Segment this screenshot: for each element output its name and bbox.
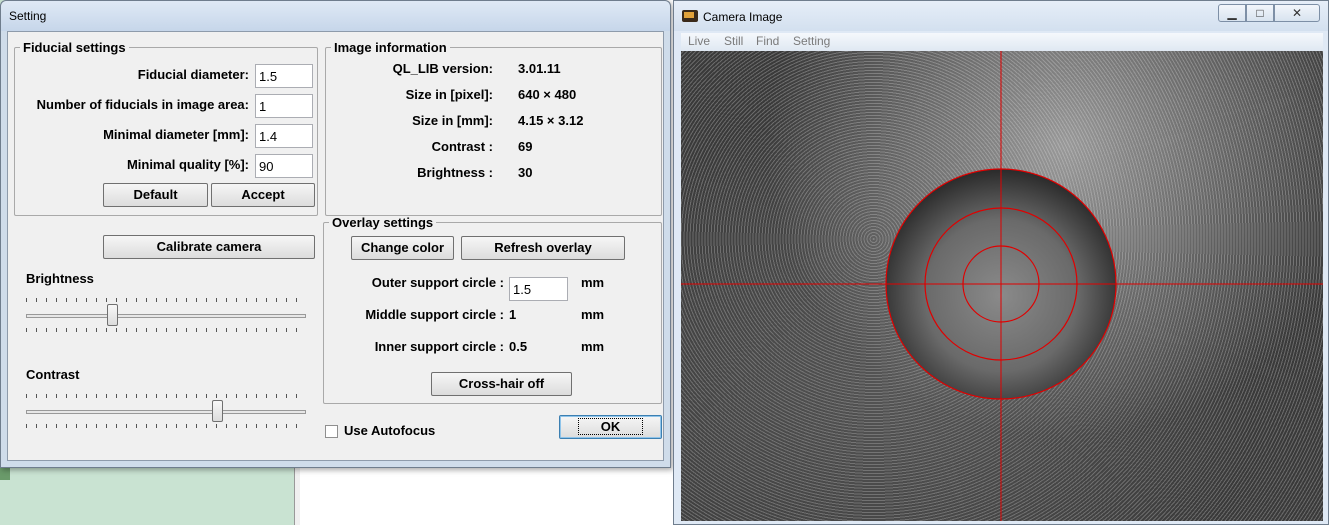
menu-item-find[interactable]: Find <box>756 34 779 48</box>
accept-button[interactable]: Accept <box>211 183 315 207</box>
middle-circle-value: 1 <box>509 307 517 322</box>
info-value-version: 3.01.11 <box>518 61 561 76</box>
brightness-label: Brightness <box>26 271 94 286</box>
camera-window: Camera Image ▁ □ ✕ Live Still Find Setti… <box>673 0 1329 525</box>
brightness-slider[interactable] <box>26 298 306 338</box>
brightness-slider-ticks-bottom <box>26 328 306 332</box>
image-information-legend: Image information <box>334 40 447 55</box>
fiducial-count-label: Number of fiducials in image area: <box>36 97 249 112</box>
outer-circle-label: Outer support circle : <box>371 275 504 290</box>
camera-window-title: Camera Image <box>703 10 783 24</box>
fiducial-diameter-input[interactable] <box>255 64 313 88</box>
maximize-icon[interactable]: □ <box>1246 4 1274 22</box>
camera-image[interactable] <box>681 51 1323 521</box>
brightness-slider-track <box>26 314 306 318</box>
crosshair-off-button[interactable]: Cross-hair off <box>431 372 572 396</box>
info-value-size-mm: 4.15 × 3.12 <box>518 113 584 128</box>
brightness-slider-ticks-top <box>26 298 306 302</box>
autofocus-checkbox[interactable] <box>325 425 338 438</box>
info-label-version: QL_LIB version: <box>392 61 493 76</box>
fiducial-diameter-label: Fiducial diameter: <box>137 67 249 82</box>
contrast-label: Contrast <box>26 367 80 382</box>
default-button[interactable]: Default <box>103 183 208 207</box>
minimal-quality-label: Minimal quality [%]: <box>126 157 249 172</box>
info-value-contrast: 69 <box>518 139 533 154</box>
info-label-size-pixel: Size in [pixel]: <box>405 87 493 102</box>
info-value-brightness: 30 <box>518 165 533 180</box>
calibrate-camera-button[interactable]: Calibrate camera <box>103 235 315 259</box>
info-label-size-mm: Size in [mm]: <box>412 113 493 128</box>
minimize-icon[interactable]: ▁ <box>1218 4 1246 22</box>
refresh-overlay-button[interactable]: Refresh overlay <box>461 236 625 260</box>
camera-app-icon <box>682 10 698 22</box>
info-label-contrast: Contrast : <box>431 139 493 154</box>
minimal-diameter-label: Minimal diameter [mm]: <box>103 127 249 142</box>
contrast-slider-ticks-bottom <box>26 424 306 428</box>
autofocus-label: Use Autofocus <box>344 423 436 438</box>
change-color-button[interactable]: Change color <box>351 236 454 260</box>
camera-overlay <box>681 51 1323 521</box>
menu-item-still[interactable]: Still <box>724 34 743 48</box>
minimal-diameter-input[interactable] <box>255 124 313 148</box>
inner-circle-unit: mm <box>581 339 605 354</box>
contrast-slider-track <box>26 410 306 414</box>
contrast-slider[interactable] <box>26 394 306 434</box>
setting-window: Setting Fiducial settings Fiducial diame… <box>0 0 671 468</box>
setting-client-area: Fiducial settings Fiducial diameter: Num… <box>7 31 664 461</box>
contrast-slider-ticks-top <box>26 394 306 398</box>
setting-window-title[interactable]: Setting <box>1 1 670 31</box>
close-icon[interactable]: ✕ <box>1274 4 1320 22</box>
ok-button[interactable]: OK <box>559 415 662 439</box>
ok-button-label: OK <box>577 418 644 435</box>
fiducial-settings-legend: Fiducial settings <box>23 40 126 55</box>
camera-menubar: Live Still Find Setting <box>681 33 1323 51</box>
fiducial-count-input[interactable] <box>255 94 313 118</box>
camera-titlebar[interactable]: Camera Image ▁ □ ✕ <box>674 1 1328 31</box>
outer-circle-input[interactable] <box>509 277 568 301</box>
brightness-slider-thumb[interactable] <box>107 304 118 326</box>
minimal-quality-input[interactable] <box>255 154 313 178</box>
info-value-size-pixel: 640 × 480 <box>518 87 577 102</box>
info-label-brightness: Brightness : <box>417 165 493 180</box>
inner-circle-value: 0.5 <box>509 339 528 354</box>
menu-item-live[interactable]: Live <box>688 34 710 48</box>
middle-circle-unit: mm <box>581 307 605 322</box>
middle-circle-label: Middle support circle : <box>365 307 504 322</box>
overlay-settings-legend: Overlay settings <box>332 215 434 230</box>
contrast-slider-thumb[interactable] <box>212 400 223 422</box>
menu-item-setting[interactable]: Setting <box>793 34 830 48</box>
inner-circle-label: Inner support circle : <box>374 339 504 354</box>
outer-circle-unit: mm <box>581 275 605 290</box>
background-white-area <box>300 468 675 525</box>
